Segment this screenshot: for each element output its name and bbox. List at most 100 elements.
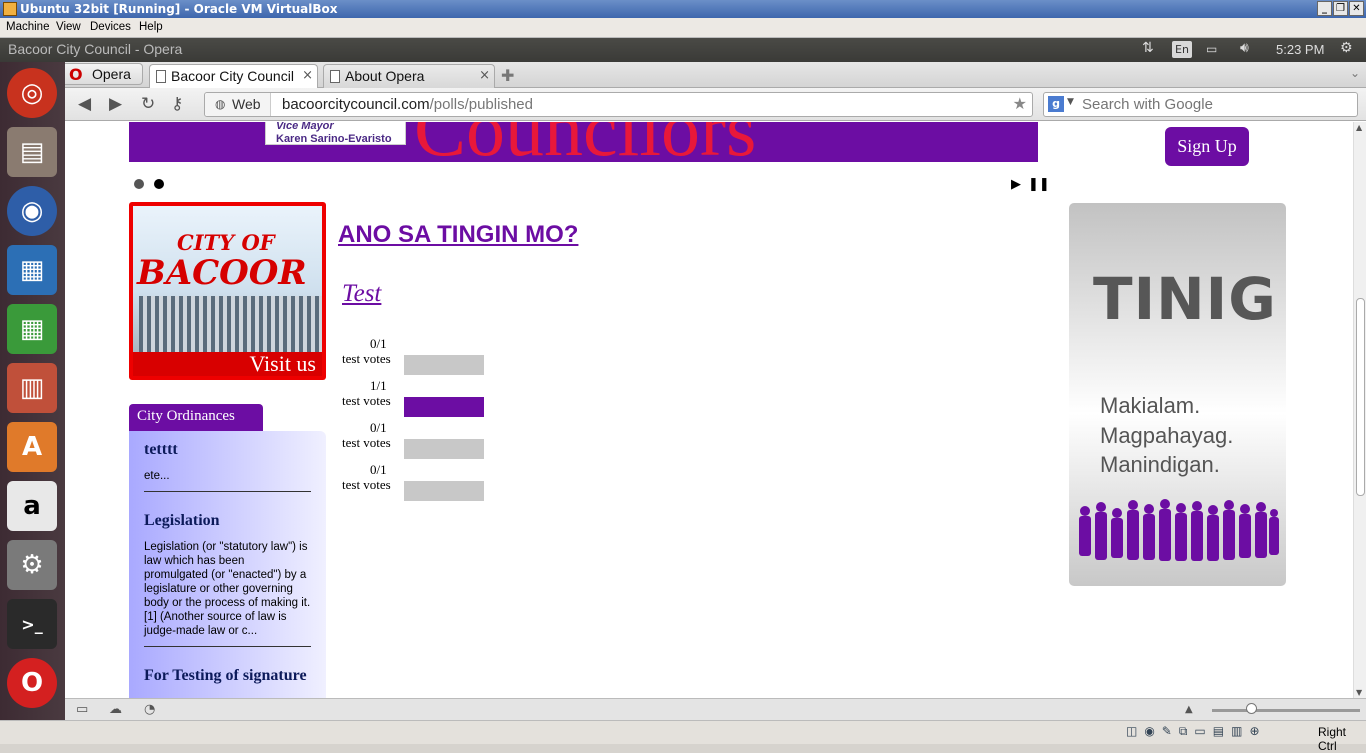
software-center-icon[interactable]: A: [7, 422, 57, 472]
url-host: bacoorcitycouncil.com: [282, 96, 430, 113]
city-hall-image: [139, 296, 322, 356]
vote-label: test votes: [342, 393, 391, 408]
ubuntu-icon[interactable]: ◎: [7, 68, 57, 118]
councilors-banner[interactable]: Councilors Vice Mayor Karen Sarino-Evari…: [129, 122, 1038, 162]
scroll-down-icon[interactable]: ▼: [1356, 688, 1362, 697]
list-item[interactable]: For Testing of signature: [144, 657, 311, 698]
tinig-tagline: Manindigan.: [1100, 452, 1220, 477]
forward-icon[interactable]: ▶: [109, 94, 122, 114]
page-icon: [330, 70, 340, 83]
scroll-up-icon[interactable]: ▲: [1356, 123, 1362, 132]
bacoor-text: BACOOR: [137, 253, 307, 293]
turbo-icon[interactable]: ◔: [144, 702, 155, 717]
city-of-bacoor-logo: CITY OF BACOOR: [137, 224, 307, 290]
crowd-silhouette-image: [1079, 499, 1279, 561]
page-scrollbar[interactable]: ▲ ▼: [1353, 122, 1366, 698]
tab-bacoor-city-council[interactable]: Bacoor City Council ×: [149, 64, 318, 88]
panel-toggle-icon[interactable]: ▭: [76, 702, 88, 717]
menu-devices[interactable]: Devices: [90, 21, 131, 33]
settings-icon[interactable]: ⚙: [7, 540, 57, 590]
key-icon[interactable]: ⚷: [171, 94, 183, 114]
vbox-window-title: Ubuntu 32bit [Running] - Oracle VM Virtu…: [20, 2, 338, 16]
tab-label: Bacoor City Council: [171, 68, 294, 84]
google-icon[interactable]: g: [1048, 96, 1064, 112]
impress-icon[interactable]: ▥: [7, 363, 57, 413]
ordinance-title[interactable]: tetttt: [144, 431, 311, 459]
sign-up-button[interactable]: Sign Up: [1165, 127, 1249, 166]
writer-icon[interactable]: ▦: [7, 245, 57, 295]
play-icon[interactable]: ▶: [1011, 177, 1021, 192]
vice-mayor-label: Vice Mayor: [276, 122, 334, 132]
opera-logo-icon: O: [69, 65, 83, 84]
slide-dot-1[interactable]: [134, 179, 144, 189]
url-path: /polls/published: [429, 96, 533, 113]
firefox-icon[interactable]: ◉: [7, 186, 57, 236]
vote-bar-fill: [404, 397, 484, 417]
amazon-icon[interactable]: a: [7, 481, 57, 531]
calc-icon[interactable]: ▦: [7, 304, 57, 354]
tab-about-opera[interactable]: About Opera ×: [323, 64, 495, 88]
poll-question-link[interactable]: Test: [342, 280, 381, 308]
url-text[interactable]: bacoorcitycouncil.com/polls/published: [282, 96, 533, 113]
poll-option-row: 0/1 test votes: [342, 336, 502, 375]
web-badge[interactable]: ◍ Web: [205, 93, 271, 116]
slide-dot-2[interactable]: [154, 179, 164, 189]
vote-fraction: 0/1: [370, 462, 387, 477]
reload-icon[interactable]: ↻: [141, 94, 155, 114]
visit-bacoor-banner[interactable]: CITY OF BACOOR Visit us: [129, 202, 326, 380]
new-tab-icon[interactable]: ✚: [501, 66, 514, 85]
list-item[interactable]: tetttt ete...: [144, 431, 311, 492]
keyboard-layout-indicator[interactable]: En: [1172, 41, 1192, 58]
navigation-bar: ◀ ▶ ↻ ⚷ ◍ Web bacoorcitycouncil.com/poll…: [65, 88, 1366, 121]
terminal-icon[interactable]: >_: [7, 599, 57, 649]
search-engine-dropdown-icon[interactable]: ▼: [1067, 97, 1074, 107]
tinig-tagline: Makialam.: [1100, 393, 1201, 418]
zoom-slider[interactable]: [1212, 709, 1360, 712]
maximize-button[interactable]: ❐: [1333, 1, 1348, 16]
vote-label: test votes: [342, 351, 391, 366]
tinig-title: TINIG: [1093, 265, 1277, 333]
close-button[interactable]: ✕: [1349, 1, 1364, 16]
list-item[interactable]: Legislation Legislation (or "statutory l…: [144, 502, 311, 647]
menu-help[interactable]: Help: [139, 21, 163, 33]
vice-mayor-card: Vice Mayor Karen Sarino-Evaristo: [265, 122, 406, 145]
bookmark-star-icon[interactable]: ★: [1013, 94, 1027, 113]
opera-unite-cloud-icon[interactable]: ☁: [109, 702, 122, 717]
search-input[interactable]: [1082, 95, 1352, 114]
vote-bar: [404, 481, 484, 501]
zoom-slider-knob[interactable]: [1246, 703, 1257, 714]
back-icon[interactable]: ◀: [78, 94, 91, 114]
tinig-advert[interactable]: TINIG Makialam. Magpahayag. Manindigan.: [1069, 203, 1286, 586]
city-ordinances-header[interactable]: City Ordinances: [129, 404, 263, 431]
tab-menu-chevron-icon[interactable]: ⌄: [1350, 66, 1360, 80]
search-field[interactable]: g ▼: [1043, 92, 1358, 117]
close-tab-icon[interactable]: ×: [302, 68, 313, 83]
vbox-status-bar: ◫◉✎⧉▭▤▥⊕ Right Ctrl: [0, 720, 1366, 753]
poll-option-row: 0/1 test votes: [342, 462, 502, 501]
opera-icon[interactable]: O: [7, 658, 57, 708]
menu-view[interactable]: View: [56, 21, 81, 33]
scrollbar-thumb[interactable]: [1356, 298, 1365, 496]
pause-icon[interactable]: ❚❚: [1028, 177, 1050, 192]
vote-label: test votes: [342, 435, 391, 450]
menu-machine[interactable]: Machine: [6, 21, 49, 33]
minimize-button[interactable]: _: [1317, 1, 1332, 16]
clock[interactable]: 5:23 PM: [1276, 42, 1324, 57]
network-icon[interactable]: ⇅: [1142, 40, 1154, 56]
poll-heading-link[interactable]: ANO SA TINGIN MO?: [338, 221, 578, 249]
address-bar[interactable]: ◍ Web bacoorcitycouncil.com/polls/publis…: [204, 92, 1033, 117]
battery-icon[interactable]: ▭: [1206, 42, 1217, 56]
ordinance-title[interactable]: Legislation: [144, 502, 311, 530]
virtualbox-icon: [3, 2, 17, 16]
zoom-up-icon[interactable]: ▲: [1185, 704, 1193, 715]
files-icon[interactable]: ▤: [7, 127, 57, 177]
ordinance-title[interactable]: For Testing of signature: [144, 657, 311, 685]
opera-window: O Opera Bacoor City Council × About Oper…: [65, 62, 1366, 720]
vice-mayor-name: Karen Sarino-Evaristo: [276, 133, 392, 145]
opera-menu-button[interactable]: O Opera: [65, 63, 143, 85]
volume-icon[interactable]: 🔊︎: [1240, 40, 1249, 56]
close-tab-icon[interactable]: ×: [479, 68, 490, 83]
visit-us-label: Visit us: [133, 352, 322, 376]
session-gear-icon[interactable]: ⚙: [1340, 40, 1353, 56]
vbox-device-icons[interactable]: ◫◉✎⧉▭▤▥⊕: [1126, 724, 1267, 739]
